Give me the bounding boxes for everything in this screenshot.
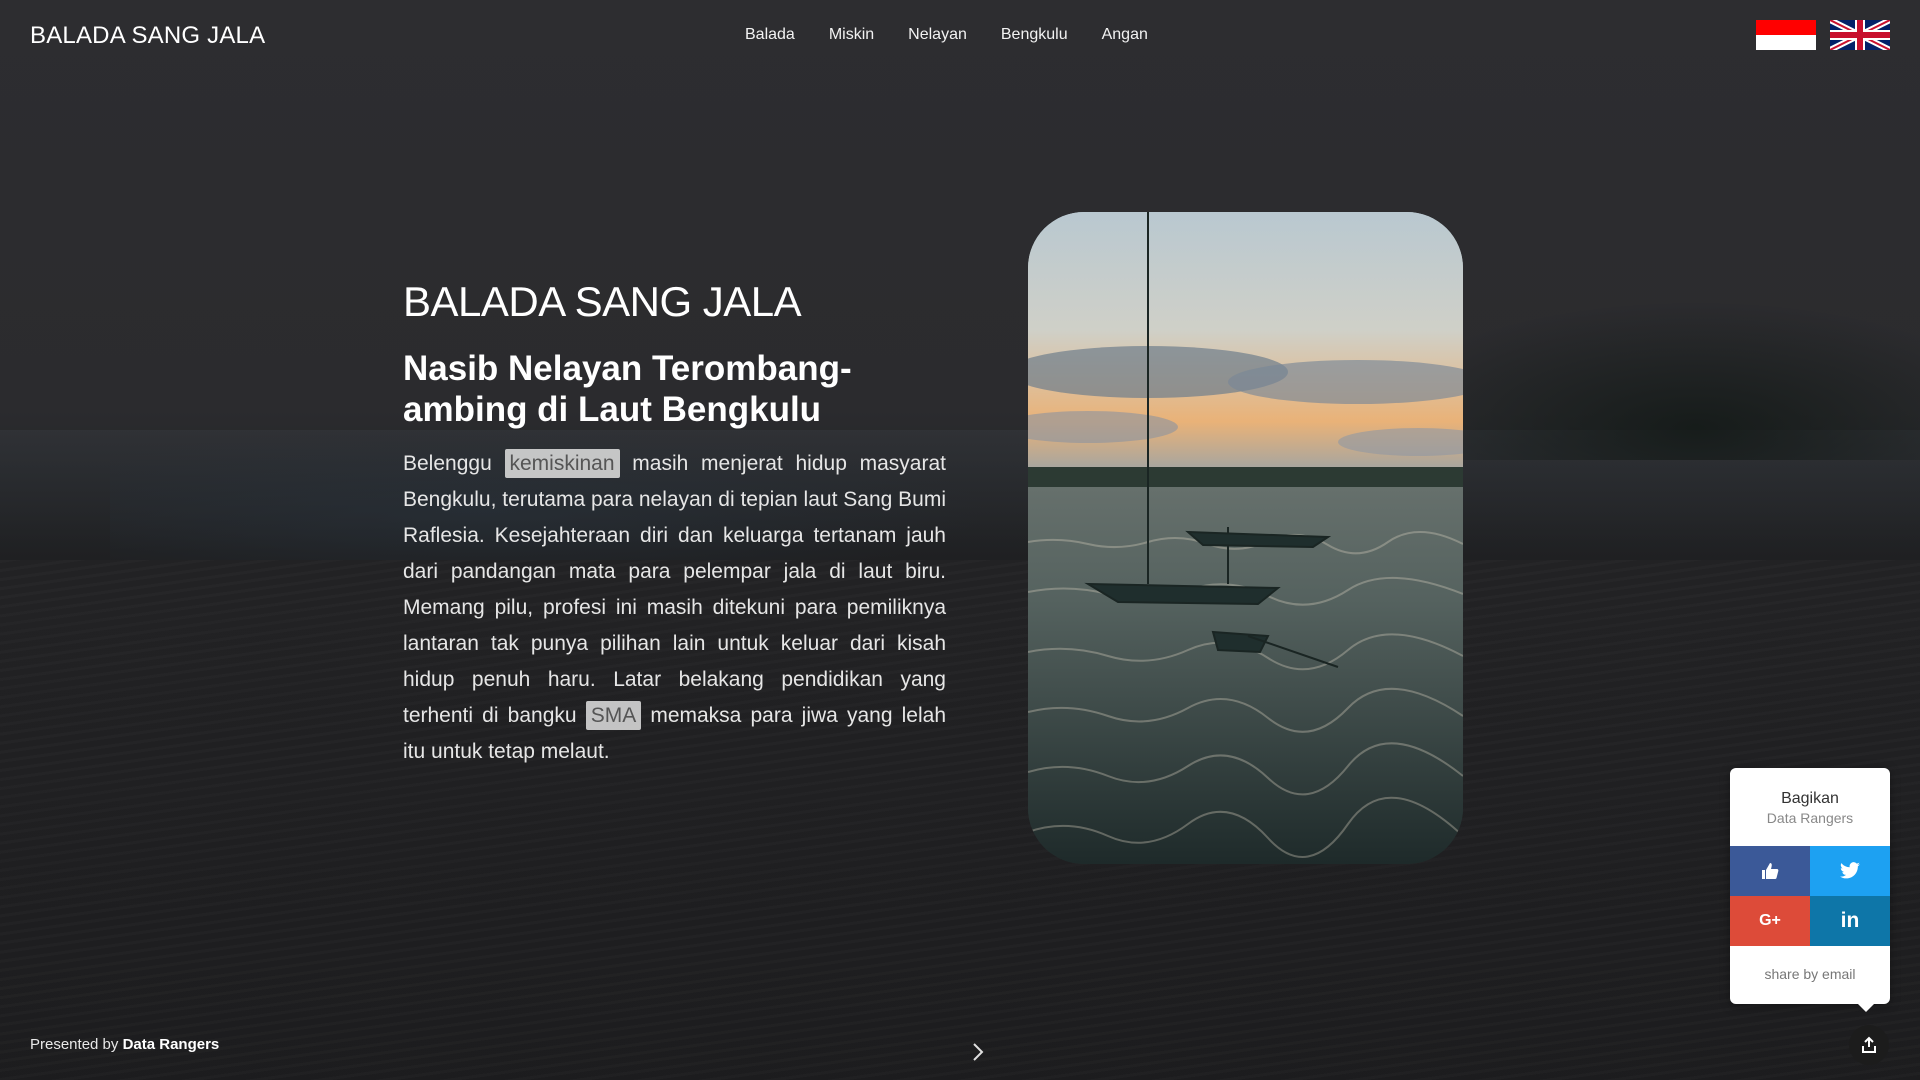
uk-flag-icon[interactable] xyxy=(1830,20,1890,50)
hero-subtitle: Nasib Nelayan Terombang-ambing di Laut B… xyxy=(403,349,852,429)
hero-paragraph: Belenggu kemiskinan masih menjerat hidup… xyxy=(403,446,946,770)
hero-title: BALADA SANG JALA xyxy=(403,278,802,325)
nav-item-bengkulu[interactable]: Bengkulu xyxy=(1001,26,1068,44)
share-subtitle: Data Rangers xyxy=(1766,810,1854,826)
background-sand xyxy=(0,560,1920,1080)
highlight-sma[interactable]: SMA xyxy=(585,701,642,730)
main-nav: Balada Miskin Nelayan Bengkulu Angan xyxy=(745,26,1148,44)
share-upload-icon xyxy=(1862,1036,1876,1053)
share-by-email[interactable]: share by email xyxy=(1730,946,1890,982)
twitter-icon xyxy=(1840,862,1860,879)
hero-text-2: masih menjerat hidup masyarat Bengkulu, … xyxy=(403,452,946,727)
linkedin-share-button[interactable]: in xyxy=(1810,896,1890,946)
background-scene xyxy=(0,0,1920,1080)
google-plus-icon: G+ xyxy=(1759,912,1781,929)
chevron-right-icon[interactable] xyxy=(968,1040,988,1064)
presented-by-name[interactable]: Data Rangers xyxy=(123,1036,220,1053)
language-switcher xyxy=(1756,20,1890,50)
share-header: Bagikan Data Rangers xyxy=(1730,768,1890,846)
nav-item-nelayan[interactable]: Nelayan xyxy=(908,26,967,44)
highlight-kemiskinan[interactable]: kemiskinan xyxy=(504,449,620,478)
presented-prefix: Presented by xyxy=(30,1036,123,1053)
share-title: Bagikan xyxy=(1781,790,1839,807)
share-toggle-button[interactable] xyxy=(1849,1025,1889,1065)
site-title[interactable]: BALADA SANG JALA xyxy=(30,22,265,50)
google-plus-share-button[interactable]: G+ xyxy=(1730,896,1810,946)
presented-by: Presented by Data Rangers xyxy=(30,1036,219,1053)
nav-item-balada[interactable]: Balada xyxy=(745,26,795,44)
nav-item-miskin[interactable]: Miskin xyxy=(829,26,874,44)
linkedin-icon: in xyxy=(1840,909,1860,932)
twitter-share-button[interactable] xyxy=(1810,846,1890,896)
nav-item-angan[interactable]: Angan xyxy=(1102,26,1148,44)
thumbs-up-icon xyxy=(1762,863,1779,879)
hero-text-1: Belenggu xyxy=(403,452,505,475)
indonesian-flag-icon[interactable] xyxy=(1756,20,1816,50)
share-buttons: G+ in xyxy=(1730,846,1890,946)
share-panel: Bagikan Data Rangers G+ in share by emai… xyxy=(1730,768,1890,1012)
hero-section: BALADA SANG JALA Nasib Nelayan Terombang… xyxy=(403,278,946,770)
hero-photo xyxy=(1028,212,1463,864)
facebook-like-button[interactable] xyxy=(1730,846,1810,896)
fishing-boats-photo xyxy=(1028,212,1463,864)
